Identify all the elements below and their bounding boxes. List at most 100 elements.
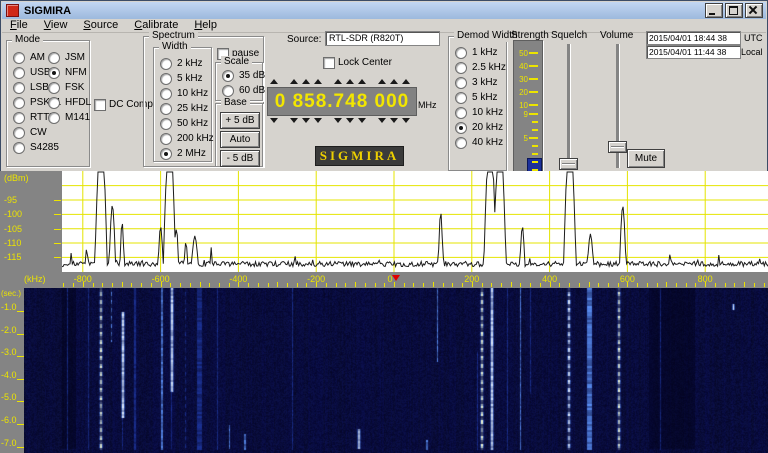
radio-button[interactable] — [13, 126, 25, 139]
radio-button[interactable] — [222, 84, 234, 97]
radio-button[interactable] — [455, 121, 467, 134]
radio-button[interactable] — [48, 66, 60, 79]
mode-option-nfm[interactable]: NFM — [48, 65, 91, 80]
sec-tick-label: -5.0 — [1, 392, 17, 403]
radio-button[interactable] — [13, 51, 25, 64]
sec-tick-label: -4.0 — [1, 369, 17, 380]
khz-tick — [598, 283, 599, 287]
freq-down-arrow-2[interactable] — [302, 118, 310, 123]
khz-tick — [618, 283, 619, 287]
radio-button[interactable] — [13, 96, 25, 109]
radio-button[interactable] — [13, 141, 25, 154]
waterfall-display[interactable] — [24, 288, 768, 453]
radio-button[interactable] — [455, 46, 467, 59]
base-auto-button[interactable]: Auto — [220, 131, 260, 148]
demod-width-option-5khz[interactable]: 5 kHz — [455, 90, 506, 105]
radio-button[interactable] — [455, 76, 467, 89]
menu-view[interactable]: View — [36, 19, 76, 32]
spectrum-width-option-10khz[interactable]: 10 kHz — [160, 86, 214, 101]
freq-up-arrow-2[interactable] — [302, 79, 310, 84]
mode-option-s4285[interactable]: S4285 — [13, 140, 61, 155]
khz-tick — [209, 283, 210, 287]
freq-down-arrow-8[interactable] — [390, 118, 398, 123]
spectrum-width-option-2khz[interactable]: 2 kHz — [160, 56, 214, 71]
sigmira-window: SIGMIRA File View Source Calibrate Help Mode… — [0, 0, 768, 453]
dc-comp-checkbox[interactable] — [94, 99, 106, 111]
radio-button[interactable] — [48, 111, 60, 124]
demod-width-option-1khz[interactable]: 1 kHz — [455, 45, 506, 60]
radio-button[interactable] — [455, 61, 467, 74]
freq-down-arrow-6[interactable] — [358, 118, 366, 123]
source-field[interactable]: RTL-SDR (R820T) — [325, 31, 440, 46]
maximize-button[interactable] — [725, 3, 743, 18]
mode-option-jsm[interactable]: JSM — [48, 50, 91, 65]
freq-down-arrow-7[interactable] — [378, 118, 386, 123]
radio-button[interactable] — [160, 147, 172, 160]
spectrum-width-option-200khz[interactable]: 200 kHz — [160, 131, 214, 146]
radio-button[interactable] — [455, 136, 467, 149]
freq-up-arrow-4[interactable] — [334, 79, 342, 84]
spectrum-width-option-5khz[interactable]: 5 kHz — [160, 71, 214, 86]
minimize-button[interactable] — [705, 3, 723, 18]
demod-width-option-3khz[interactable]: 3 kHz — [455, 75, 506, 90]
freq-down-arrow-1[interactable] — [290, 118, 298, 123]
mode-option-cw[interactable]: CW — [13, 125, 61, 140]
freq-down-arrow-5[interactable] — [346, 118, 354, 123]
scale-option-60db[interactable]: 60 dB — [222, 83, 265, 98]
mode-option-m141[interactable]: M141 — [48, 110, 91, 125]
freq-up-arrow-5[interactable] — [346, 79, 354, 84]
radio-button[interactable] — [48, 51, 60, 64]
freq-up-arrow-9[interactable] — [402, 79, 410, 84]
radio-button[interactable] — [48, 81, 60, 94]
spectrum-width-option-50khz[interactable]: 50 kHz — [160, 116, 214, 131]
dbm-tick-label: -110 — [4, 238, 22, 249]
spectrum-plot[interactable] — [62, 171, 768, 272]
radio-button[interactable] — [222, 69, 234, 82]
volume-thumb[interactable] — [608, 141, 627, 153]
demod-width-option-20khz[interactable]: 20 kHz — [455, 120, 506, 135]
radio-button[interactable] — [160, 132, 172, 145]
radio-button[interactable] — [160, 72, 172, 85]
radio-button[interactable] — [48, 96, 60, 109]
radio-label: 10 kHz — [472, 107, 504, 118]
mute-button[interactable]: Mute — [627, 149, 665, 168]
freq-down-arrow-4[interactable] — [334, 118, 342, 123]
close-button[interactable] — [745, 3, 763, 18]
radio-button[interactable] — [13, 111, 25, 124]
radio-button[interactable] — [160, 57, 172, 70]
demod-width-option-40khz[interactable]: 40 kHz — [455, 135, 506, 150]
scale-option-35db[interactable]: 35 dB — [222, 68, 265, 83]
radio-button[interactable] — [13, 66, 25, 79]
freq-up-arrow-3[interactable] — [314, 79, 322, 84]
radio-button[interactable] — [160, 87, 172, 100]
demod-width-option-10khz[interactable]: 10 kHz — [455, 105, 506, 120]
menu-file[interactable]: File — [2, 19, 36, 32]
menu-source[interactable]: Source — [75, 19, 126, 32]
radio-button[interactable] — [160, 102, 172, 115]
freq-up-arrow-8[interactable] — [390, 79, 398, 84]
radio-button[interactable] — [160, 117, 172, 130]
scale-group-label: Scale — [221, 56, 253, 68]
mode-option-hfdl[interactable]: HFDL — [48, 95, 91, 110]
spectrum-width-option-25khz[interactable]: 25 kHz — [160, 101, 214, 116]
demod-width-option-25khz[interactable]: 2.5 kHz — [455, 60, 506, 75]
freq-down-arrow-3[interactable] — [314, 118, 322, 123]
khz-tick — [248, 283, 249, 287]
radio-button[interactable] — [13, 81, 25, 94]
freq-up-arrow-1[interactable] — [290, 79, 298, 84]
base-5db-button[interactable]: + 5 dB — [220, 112, 260, 129]
freq-up-arrow-6[interactable] — [358, 79, 366, 84]
squelch-track[interactable] — [567, 44, 570, 168]
freq-up-arrow-7[interactable] — [378, 79, 386, 84]
base-5db-button[interactable]: - 5 dB — [220, 150, 260, 167]
freq-up-arrow-0[interactable] — [270, 79, 278, 84]
sec-axis-title: (sec.) — [1, 289, 21, 298]
spectrum-width-option-2mhz[interactable]: 2 MHz — [160, 146, 214, 161]
lock-center-checkbox[interactable] — [323, 57, 335, 69]
radio-button[interactable] — [455, 106, 467, 119]
radio-button[interactable] — [455, 91, 467, 104]
freq-down-arrow-0[interactable] — [270, 118, 278, 123]
mode-option-fsk[interactable]: FSK — [48, 80, 91, 95]
freq-down-arrow-9[interactable] — [402, 118, 410, 123]
squelch-thumb[interactable] — [559, 158, 578, 170]
